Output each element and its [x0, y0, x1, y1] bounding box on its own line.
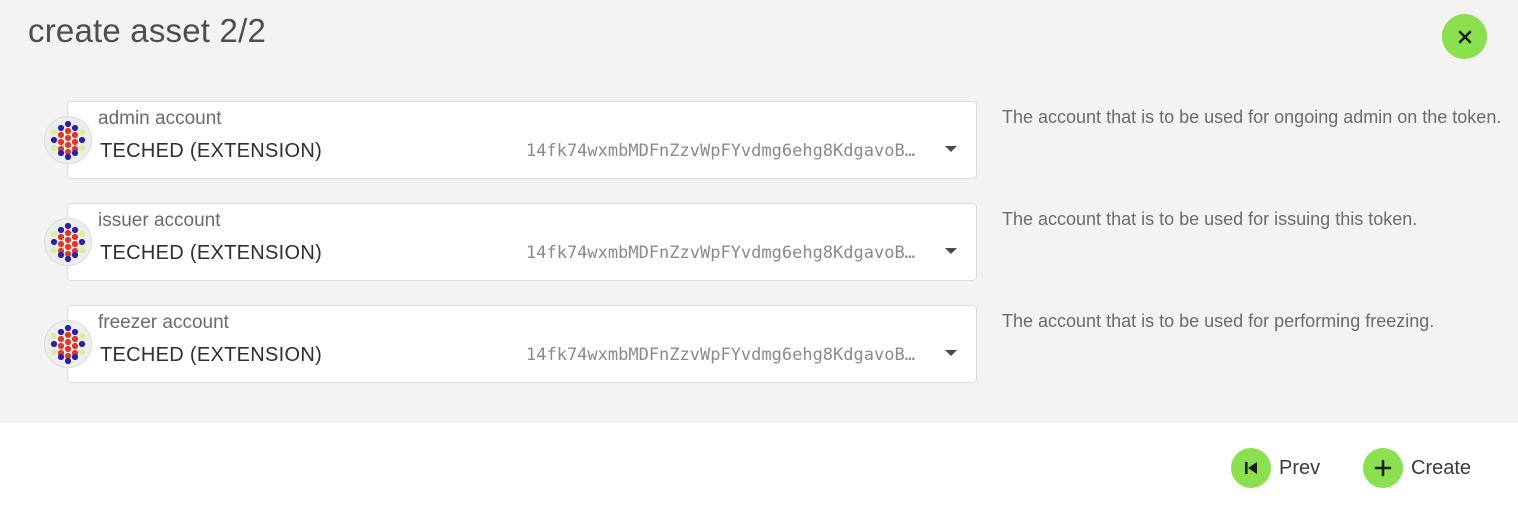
identicon-avatar [44, 116, 92, 164]
issuer-account-help: The account that is to be used for issui… [1002, 209, 1418, 229]
close-icon [1458, 30, 1471, 43]
identicon-avatar [44, 218, 92, 266]
chevron-down-icon [945, 350, 957, 356]
modal-body: create asset 2/2 admin account TECHED (E… [0, 0, 1518, 423]
create-label: Create [1411, 456, 1472, 479]
freezer-account-help: The account that is to be used for perfo… [1002, 311, 1435, 331]
admin-account-row: admin account TECHED (EXTENSION) 14fk74w… [44, 101, 1518, 179]
step-backward-icon [1231, 448, 1271, 488]
freezer-account-address: 14fk74wxmbMDFnZzvWpFYvdmg6ehg8KdgavoB… [526, 345, 915, 365]
freezer-account-row: freezer account TECHED (EXTENSION) 14fk7… [44, 305, 1518, 383]
close-button[interactable] [1442, 14, 1487, 59]
admin-account-help: The account that is to be used for ongoi… [1002, 107, 1502, 127]
issuer-account-name: TECHED (EXTENSION) [100, 242, 323, 264]
prev-button[interactable]: Prev [1231, 448, 1320, 488]
admin-account-label: admin account [98, 108, 222, 129]
freezer-account-select[interactable]: freezer account TECHED (EXTENSION) 14fk7… [67, 305, 977, 383]
plus-icon [1363, 448, 1403, 488]
admin-account-select[interactable]: admin account TECHED (EXTENSION) 14fk74w… [67, 101, 977, 179]
create-button[interactable]: Create [1363, 448, 1471, 488]
chevron-down-icon [945, 146, 957, 152]
issuer-account-select[interactable]: issuer account TECHED (EXTENSION) 14fk74… [67, 203, 977, 281]
identicon-avatar [44, 320, 92, 368]
issuer-account-address: 14fk74wxmbMDFnZzvWpFYvdmg6ehg8KdgavoB… [526, 243, 915, 263]
create-asset-modal: create asset 2/2 admin account TECHED (E… [0, 0, 1518, 510]
issuer-account-label: issuer account [98, 210, 221, 231]
freezer-account-name: TECHED (EXTENSION) [100, 344, 323, 366]
chevron-down-icon [945, 248, 957, 254]
issuer-account-row: issuer account TECHED (EXTENSION) 14fk74… [44, 203, 1518, 281]
admin-account-name: TECHED (EXTENSION) [100, 140, 323, 162]
admin-account-address: 14fk74wxmbMDFnZzvWpFYvdmg6ehg8KdgavoB… [526, 141, 915, 161]
modal-title: create asset 2/2 [28, 12, 267, 49]
freezer-account-label: freezer account [98, 312, 229, 333]
prev-label: Prev [1279, 456, 1321, 479]
